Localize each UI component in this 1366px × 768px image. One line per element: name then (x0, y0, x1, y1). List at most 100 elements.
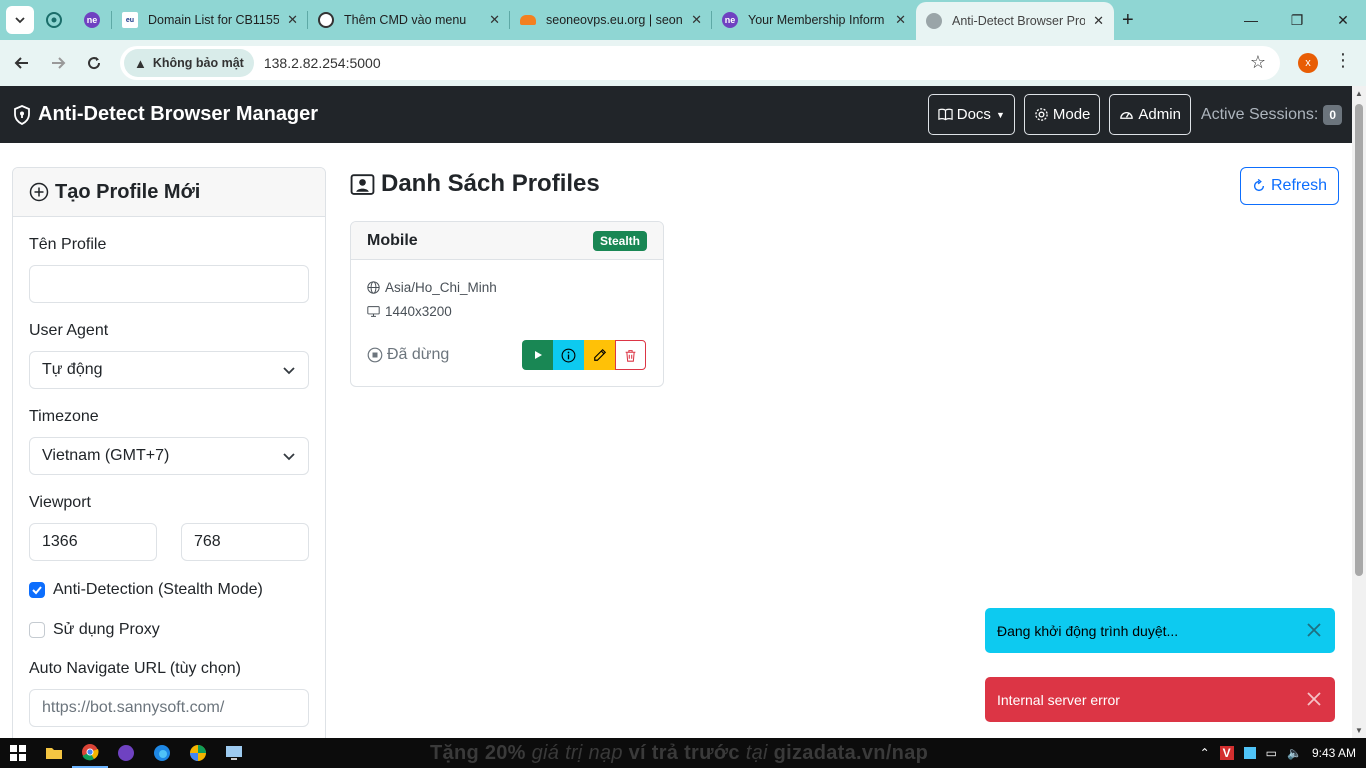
navigate-url-input[interactable]: https://bot.sannysoft.com/ (29, 689, 309, 727)
refresh-label: Refresh (1270, 177, 1328, 194)
page-scrollbar[interactable]: ▲ ▼ (1352, 86, 1366, 738)
profile-name-input[interactable] (29, 265, 309, 303)
tab-3[interactable]: Thêm CMD vào menu ✕ (308, 0, 510, 40)
profile-avatar[interactable]: x (1298, 53, 1318, 73)
profiles-title: Danh Sách Profiles (350, 170, 600, 198)
minimize-button[interactable]: — (1228, 0, 1274, 40)
forward-button[interactable] (40, 45, 76, 81)
viewport-height-input[interactable]: 768 (181, 523, 309, 561)
docs-dropdown-button[interactable]: Docs ▼ (927, 94, 1015, 135)
remote-desktop-icon (226, 746, 242, 760)
toast-info-message: Đang khởi động trình duyệt... (997, 622, 1179, 639)
vivaldi-icon[interactable]: V (1219, 746, 1234, 760)
timezone-select[interactable]: Vietnam (GMT+7) (29, 437, 309, 475)
checkbox-checked-icon[interactable] (29, 582, 45, 598)
mode-button[interactable]: Mode (1023, 94, 1101, 135)
tab-2[interactable]: eu Domain List for CB1155-I ✕ (112, 0, 308, 40)
stealth-label: Anti-Detection (Stealth Mode) (53, 581, 263, 598)
taskbar-app-ne[interactable] (108, 738, 144, 768)
edit-button[interactable] (584, 340, 615, 370)
tab-4[interactable]: seoneovps.eu.org | seone ✕ (510, 0, 712, 40)
proxy-checkbox[interactable]: Sử dụng Proxy (29, 621, 160, 639)
tab-title: Anti-Detect Browser Prof (952, 14, 1086, 28)
security-chip[interactable]: ▲ Không bảo mật (124, 49, 254, 77)
clock[interactable]: 9:43 AM (1312, 746, 1356, 760)
checkbox-unchecked-icon[interactable] (29, 622, 45, 638)
timezone-label: Timezone (29, 408, 99, 425)
arrow-right-icon (52, 57, 66, 69)
taskbar-remote-desktop[interactable] (216, 738, 252, 768)
profiles-title-text: Danh Sách Profiles (381, 170, 600, 197)
pencil-icon (593, 348, 606, 361)
delete-button[interactable] (615, 340, 646, 370)
window-controls: — ❐ ✕ (1228, 0, 1366, 40)
refresh-button[interactable]: Refresh (1240, 167, 1339, 205)
gear-icon (1035, 108, 1048, 121)
tab-5[interactable]: ne Your Membership Inform ✕ (712, 0, 916, 40)
tab-title: Your Membership Inform (748, 13, 885, 27)
close-icon[interactable]: ✕ (489, 12, 500, 28)
restore-button[interactable]: ❐ (1274, 0, 1320, 40)
chevron-down-icon (15, 17, 25, 24)
bookmark-star-icon[interactable]: ☆ (1250, 52, 1266, 73)
taskbar-ad-banner: Tặng 20% giá trị nạp ví trả trước tại gi… (430, 742, 928, 765)
security-label: Không bảo mật (152, 56, 244, 70)
windows-start-button[interactable] (0, 738, 36, 768)
create-profile-title: Tạo Profile Mới (55, 180, 201, 203)
trash-icon (625, 349, 636, 362)
volume-icon[interactable]: 🔈 (1287, 746, 1302, 760)
tab-1[interactable]: ne (74, 0, 112, 40)
url-text[interactable]: 138.2.82.254:5000 (264, 55, 381, 71)
browser-menu-icon[interactable]: ⋮ (1334, 50, 1352, 71)
back-button[interactable] (4, 45, 40, 81)
profile-name: Mobile (367, 231, 418, 249)
tray-chevron-up-icon[interactable]: ⌃ (1200, 746, 1210, 760)
play-icon (534, 351, 542, 359)
close-icon[interactable]: ✕ (691, 12, 702, 28)
admin-button[interactable]: Admin (1109, 94, 1191, 135)
globe-icon (926, 13, 942, 29)
taskbar-colorful-app[interactable] (180, 738, 216, 768)
network-icon[interactable]: ▭ (1266, 746, 1277, 760)
system-tray: ⌃ V ▭ 🔈 9:43 AM (1190, 738, 1356, 768)
taskbar-chrome[interactable] (72, 738, 108, 768)
scrollbar-thumb[interactable] (1355, 104, 1363, 576)
viewport-width-input[interactable]: 1366 (29, 523, 157, 561)
new-tab-button[interactable]: + (1122, 9, 1134, 32)
windows-logo-icon (10, 745, 26, 761)
reload-button[interactable] (76, 45, 112, 81)
user-agent-select[interactable]: Tự động (29, 351, 309, 389)
profile-timezone-text: Asia/Ho_Chi_Minh (385, 280, 497, 295)
close-window-button[interactable]: ✕ (1320, 0, 1366, 40)
stealth-checkbox[interactable]: Anti-Detection (Stealth Mode) (29, 581, 263, 599)
book-icon (938, 108, 953, 121)
close-icon[interactable]: ✕ (287, 12, 298, 28)
tray-app-icon[interactable] (1243, 747, 1256, 759)
tab-active[interactable]: Anti-Detect Browser Prof ✕ (916, 2, 1114, 40)
scroll-up-icon[interactable]: ▲ (1355, 89, 1363, 98)
close-icon[interactable]: ✕ (895, 12, 906, 28)
close-icon[interactable] (1305, 690, 1323, 708)
speedometer-icon (1120, 112, 1134, 119)
scroll-down-icon[interactable]: ▼ (1355, 726, 1363, 735)
chrome-icon (82, 744, 99, 761)
purple-circle-icon: ne (84, 12, 100, 28)
toast-info: Đang khởi động trình duyệt... (985, 608, 1335, 653)
pinned-tab[interactable] (34, 0, 74, 40)
taskbar-edge[interactable] (144, 738, 180, 768)
brand[interactable]: Anti-Detect Browser Manager (12, 103, 318, 126)
globe-icon (367, 281, 380, 294)
info-button[interactable] (553, 340, 584, 370)
warning-icon: ▲ (134, 55, 147, 71)
close-icon[interactable]: ✕ (1093, 13, 1104, 29)
viewport-label: Viewport (29, 494, 91, 511)
start-button[interactable] (522, 340, 553, 370)
ad-text-1: giá trị nạp (525, 742, 629, 764)
timezone-value: Vietnam (GMT+7) (42, 447, 170, 464)
taskbar-explorer[interactable] (36, 738, 72, 768)
edge-icon (154, 745, 170, 761)
close-icon[interactable] (1305, 621, 1323, 639)
omnibox[interactable]: ▲ Không bảo mật 138.2.82.254:5000 ☆ (120, 46, 1280, 80)
chevron-down-icon (283, 453, 295, 461)
tab-search-button[interactable] (6, 6, 34, 34)
